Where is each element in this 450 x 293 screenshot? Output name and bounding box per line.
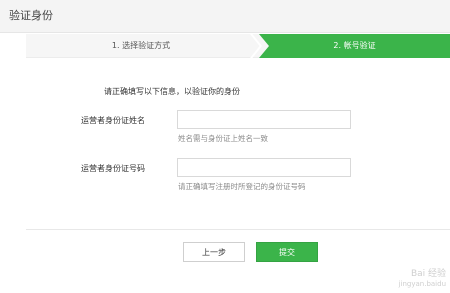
previous-step-button[interactable]: 上一步 xyxy=(183,242,245,262)
baidu-jingyan-watermark: Bai 经验 jingyan.baidu xyxy=(399,269,446,289)
watermark-url: jingyan.baidu xyxy=(398,280,446,288)
submit-button[interactable]: 提交 xyxy=(256,242,318,262)
id-name-input[interactable] xyxy=(177,110,351,129)
id-number-label: 运营者身份证号码 xyxy=(81,164,145,173)
step-progress-bar: 1. 选择验证方式 2. 帐号验证 xyxy=(26,34,450,58)
watermark-text: Bai 经验 xyxy=(410,269,446,279)
step-1-select-method: 1. 选择验证方式 xyxy=(111,41,171,50)
form-divider xyxy=(26,229,450,230)
form-intro-text: 请正确填写以下信息，以验证你的身份 xyxy=(104,87,240,96)
id-name-label: 运营者身份证姓名 xyxy=(81,116,145,125)
id-number-input[interactable] xyxy=(177,158,351,177)
id-number-hint: 请正确填写注册时所登记的身份证号码 xyxy=(178,182,306,191)
step-2-account-verify: 2. 帐号验证 xyxy=(259,34,450,58)
id-name-hint: 姓名需与身份证上姓名一致 xyxy=(178,134,268,143)
dialog-title: 验证身份 xyxy=(9,9,53,22)
dialog-header: 验证身份 xyxy=(0,0,450,33)
